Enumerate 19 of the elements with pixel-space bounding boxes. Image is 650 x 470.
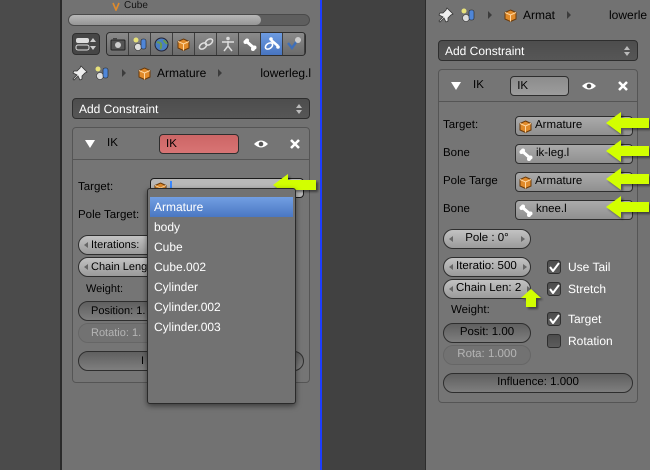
field-label: Bone — [443, 202, 471, 218]
field-label: Target: — [78, 180, 114, 196]
constraint-type: IK — [472, 78, 485, 93]
checkbox-label: Stretch — [568, 281, 606, 298]
bone-name: lowerle — [609, 7, 648, 24]
field-label: Pole Targe — [443, 174, 499, 190]
checkbox-label: Rotation — [568, 333, 613, 350]
object-name: Armature — [157, 65, 206, 82]
checkbox-label: Use Tail — [568, 259, 610, 276]
object-name: Armat — [523, 7, 556, 24]
object-name: Cube — [124, 1, 148, 11]
checkbox-label: Target — [568, 311, 602, 328]
bone-name: lowerleg.l — [260, 65, 312, 82]
field-label: Target: — [443, 118, 480, 134]
constraint-type: IK — [106, 136, 119, 151]
weight-label: Weight: — [450, 303, 490, 318]
weight-label: Weight: — [85, 282, 124, 297]
field-label: Pole Target: — [78, 208, 140, 224]
field-label: Bone — [443, 146, 471, 162]
